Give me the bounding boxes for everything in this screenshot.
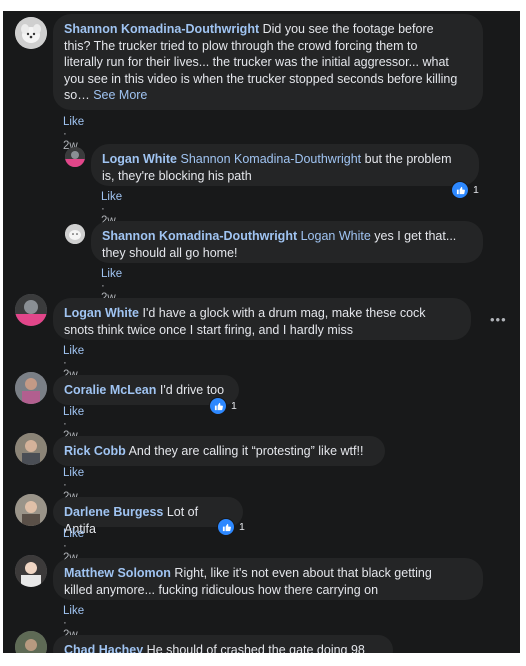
like-thumb-icon <box>451 181 469 199</box>
comment-bubble: Logan White I'd have a glock with a drum… <box>53 298 471 340</box>
comment-text: you see in this video is when the trucke… <box>64 71 458 86</box>
comment-text: He should of crashed the gate doing 98 <box>143 643 365 653</box>
like-button[interactable]: Like <box>63 467 84 479</box>
reaction-count[interactable]: 1 <box>451 181 479 199</box>
reaction-number: 1 <box>231 400 237 412</box>
reaction-count[interactable]: 1 <box>217 518 245 536</box>
avatar[interactable] <box>15 433 47 465</box>
comment-author[interactable]: Logan White <box>102 152 177 166</box>
avatar[interactable] <box>65 224 85 244</box>
like-thumb-icon <box>217 518 235 536</box>
separator: · <box>63 479 67 491</box>
separator: · <box>63 357 67 369</box>
comment-author[interactable]: Chad Hachey <box>64 643 143 653</box>
comment-author[interactable]: Matthew Solomon <box>64 566 171 580</box>
user-avatar-image <box>65 147 85 167</box>
dog-avatar-image <box>15 17 47 49</box>
comment-text: Right, like it's not even about that bla… <box>170 566 432 580</box>
reaction-number: 1 <box>239 521 245 533</box>
separator: · <box>63 617 67 629</box>
more-options-icon[interactable]: ••• <box>490 312 507 327</box>
avatar[interactable] <box>15 17 47 49</box>
comment-text: is, they're blocking his path <box>102 168 252 183</box>
like-button[interactable]: Like <box>101 268 122 280</box>
like-button[interactable]: Like <box>63 528 84 540</box>
comment-text: this? The trucker tried to plow through … <box>64 38 418 53</box>
mention-link[interactable]: Shannon Komadina-Douthwright <box>180 152 361 166</box>
comment-text: I'd drive too <box>156 383 225 397</box>
user-avatar-image <box>15 631 47 653</box>
user-avatar-image <box>15 555 47 587</box>
like-button[interactable]: Like <box>101 191 122 203</box>
comment-author[interactable]: Darlene Burgess <box>64 505 163 519</box>
comment-text: they should all go home! <box>102 245 238 260</box>
comment-author[interactable]: Shannon Komadina-Douthwright <box>64 22 259 36</box>
comment-author[interactable]: Shannon Komadina-Douthwright <box>102 229 297 243</box>
avatar[interactable] <box>15 631 47 653</box>
like-button[interactable]: Like <box>63 605 84 617</box>
comment-bubble: Darlene Burgess Lot of Antifa <box>53 497 243 536</box>
comment-text: yes I get that... <box>370 229 457 243</box>
comment-bubble: Rick Cobb And they are calling it “prote… <box>53 436 385 466</box>
comment-bubble: Matthew Solomon Right, like it's not eve… <box>53 558 483 600</box>
comment-bubble: Chad Hachey He should of crashed the gat… <box>53 635 393 653</box>
like-button[interactable]: Like <box>63 116 84 128</box>
user-avatar-image <box>15 372 47 404</box>
comment-text: but the problem <box>361 152 452 166</box>
like-button[interactable]: Like <box>63 406 84 418</box>
reaction-number: 1 <box>473 184 479 196</box>
reaction-count[interactable]: 1 <box>209 397 237 415</box>
comment-text: snots think twice once I start firing, a… <box>64 322 354 337</box>
avatar[interactable] <box>15 372 47 404</box>
comment-text: I'd have a glock with a drum mag, make t… <box>139 306 426 320</box>
mention-link[interactable]: Logan White <box>301 229 371 243</box>
separator: · <box>63 540 67 552</box>
like-thumb-icon <box>209 397 227 415</box>
comment-text: literally run for their lives... the tru… <box>64 55 449 69</box>
comment-text: so… <box>64 88 94 102</box>
comment-author[interactable]: Logan White <box>64 306 139 320</box>
user-avatar-image <box>15 294 47 326</box>
user-avatar-image <box>15 433 47 465</box>
comment-bubble: Logan White Shannon Komadina-Douthwright… <box>91 144 479 186</box>
comment-bubble: Shannon Komadina-Douthwright Did you see… <box>53 14 483 110</box>
separator: · <box>63 418 67 430</box>
comment-author[interactable]: Coralie McLean <box>64 383 156 397</box>
avatar[interactable] <box>15 555 47 587</box>
comment-author[interactable]: Rick Cobb <box>64 444 126 458</box>
separator: · <box>101 203 105 215</box>
comment-bubble: Shannon Komadina-Douthwright Logan White… <box>91 221 483 263</box>
see-more-link[interactable]: See More <box>93 88 147 102</box>
comments-panel: Shannon Komadina-Douthwright Did you see… <box>3 11 520 653</box>
avatar[interactable] <box>15 494 47 526</box>
comment-text: Did you see the footage before <box>259 22 434 36</box>
comment-text: And they are calling it “protesting” lik… <box>125 444 364 458</box>
separator: · <box>101 280 105 292</box>
user-avatar-image <box>15 494 47 526</box>
comment-text: killed anymore... fucking ridiculous how… <box>64 582 379 597</box>
dog-avatar-image <box>65 224 85 244</box>
avatar[interactable] <box>15 294 47 326</box>
like-button[interactable]: Like <box>63 345 84 357</box>
separator: · <box>63 128 67 140</box>
avatar[interactable] <box>65 147 85 167</box>
